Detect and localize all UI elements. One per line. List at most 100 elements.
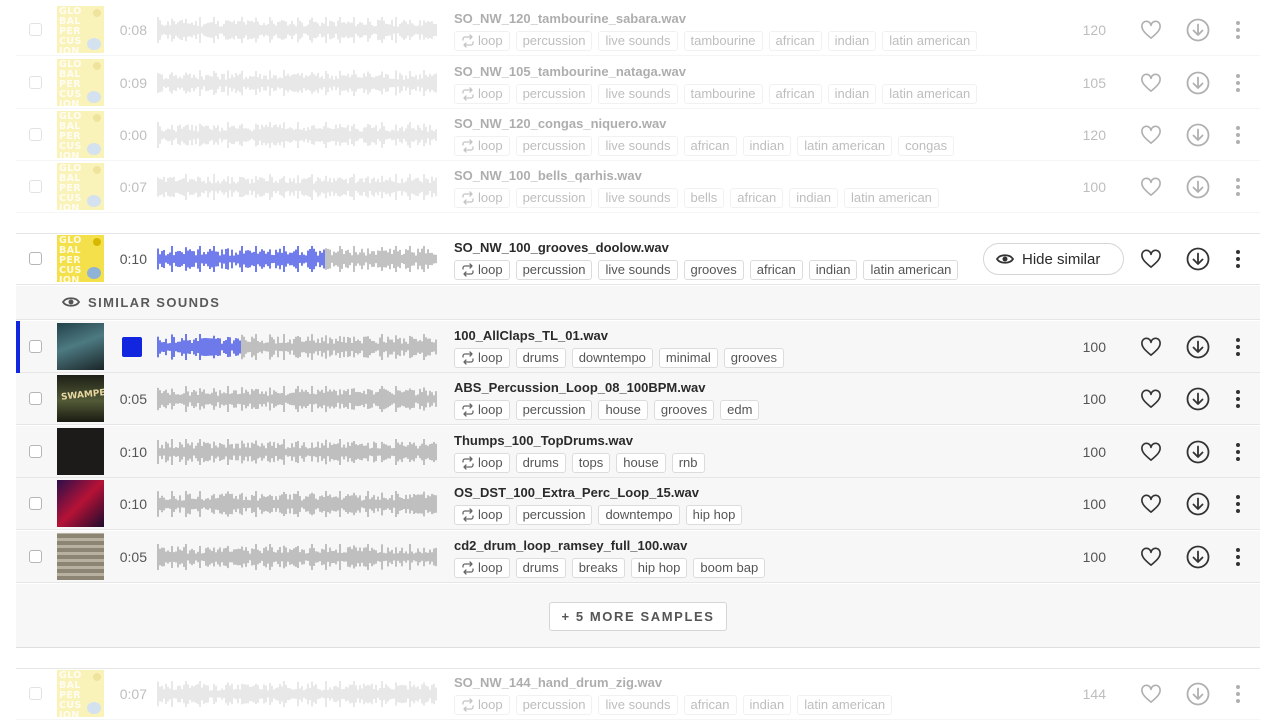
favorite-button[interactable] (1140, 442, 1164, 464)
row-checkbox[interactable] (29, 128, 42, 141)
tag-indian[interactable]: indian (827, 31, 877, 51)
tag-indian[interactable]: indian (827, 84, 877, 104)
similar-sample-row[interactable]: 100_AllClaps_TL_01.wav loop drums downtempo… (16, 321, 1260, 373)
more-options-button[interactable] (1234, 73, 1242, 93)
favorite-button[interactable] (1140, 547, 1164, 569)
tag-grooves[interactable]: grooves (653, 400, 715, 420)
tag-african[interactable]: african (768, 84, 822, 104)
download-button[interactable] (1186, 492, 1210, 516)
tag-congas[interactable]: congas (898, 136, 955, 156)
tag-drums[interactable]: drums (515, 453, 566, 473)
tag-loop[interactable]: loop (454, 84, 510, 104)
favorite-button[interactable] (1140, 249, 1164, 271)
tag-loop[interactable]: loop (454, 400, 510, 420)
sample-filename[interactable]: ABS_Percussion_Loop_08_100BPM.wav (454, 380, 705, 395)
download-button[interactable] (1186, 175, 1210, 199)
tag-african[interactable]: african (749, 260, 803, 280)
tag-live-sounds[interactable]: live sounds (598, 31, 678, 51)
waveform[interactable] (157, 16, 439, 44)
sample-row[interactable]: GLO BAL PER CUS ION 0:00 SO_NW_120_congas_niqu… (16, 109, 1260, 161)
favorite-button[interactable] (1140, 389, 1164, 411)
download-button[interactable] (1186, 335, 1210, 359)
tag-african[interactable]: african (683, 136, 737, 156)
tag-live-sounds[interactable]: live sounds (598, 188, 678, 208)
more-options-button[interactable] (1234, 125, 1242, 145)
more-options-button[interactable] (1234, 684, 1242, 704)
tag-indian[interactable]: indian (789, 188, 838, 208)
download-button[interactable] (1186, 18, 1210, 42)
similar-sample-row[interactable]: 0:10 OS_DST_100_Extra_Perc_Loop_15.wav loo… (16, 478, 1260, 530)
tag-percussion[interactable]: percussion (515, 84, 593, 104)
waveform[interactable] (157, 543, 439, 571)
sample-filename[interactable]: SO_NW_120_tambourine_sabara.wav (454, 11, 686, 26)
tag-percussion[interactable]: percussion (515, 505, 593, 525)
row-checkbox[interactable] (29, 180, 42, 193)
tag-house[interactable]: house (616, 453, 666, 473)
row-checkbox[interactable] (29, 392, 42, 405)
waveform[interactable] (157, 385, 439, 413)
tag-latin-american[interactable]: latin american (863, 260, 959, 280)
more-options-button[interactable] (1234, 249, 1242, 269)
tag-african[interactable]: african (768, 31, 822, 51)
tag-latin-american[interactable]: latin american (797, 695, 893, 715)
tag-loop[interactable]: loop (454, 31, 510, 51)
tag-loop[interactable]: loop (454, 453, 510, 473)
tag-loop[interactable]: loop (454, 188, 510, 208)
favorite-button[interactable] (1140, 125, 1164, 147)
sample-row[interactable]: GLO BAL PER CUS ION 0:09 SO_NW_105_tambourine_… (16, 57, 1260, 109)
tag-house[interactable]: house (598, 400, 648, 420)
tag-tops[interactable]: tops (571, 453, 611, 473)
tag-indian[interactable]: indian (742, 695, 792, 715)
more-options-button[interactable] (1234, 389, 1242, 409)
sample-row[interactable]: GLO BAL PER CUS ION 0:07 SO_NW_144_hand_drum_z… (16, 668, 1260, 720)
tag-grooves[interactable]: grooves (683, 260, 744, 280)
tag-live-sounds[interactable]: live sounds (598, 136, 678, 156)
waveform[interactable] (157, 333, 439, 361)
hide-similar-button[interactable]: Hide similar (983, 243, 1124, 275)
more-options-button[interactable] (1234, 494, 1242, 514)
tag-loop[interactable]: loop (454, 558, 510, 578)
tag-live-sounds[interactable]: live sounds (598, 695, 678, 715)
waveform[interactable] (157, 121, 439, 149)
tag-live-sounds[interactable]: live sounds (598, 84, 678, 104)
favorite-button[interactable] (1140, 494, 1164, 516)
sample-row[interactable]: GLO BAL PER CUS ION 0:08 SO_NW_120_tambourine_… (16, 4, 1260, 56)
row-checkbox[interactable] (29, 687, 42, 700)
more-options-button[interactable] (1234, 20, 1242, 40)
row-checkbox[interactable] (29, 23, 42, 36)
waveform[interactable] (157, 173, 439, 201)
tag-percussion[interactable]: percussion (515, 400, 593, 420)
similar-sample-row[interactable]: 0:10 Thumps_100_TopDrums.wav loop drums tops… (16, 426, 1260, 478)
waveform[interactable] (157, 245, 439, 273)
sample-filename[interactable]: SO_NW_100_bells_qarhis.wav (454, 168, 642, 183)
tag-loop[interactable]: loop (454, 136, 510, 156)
row-checkbox[interactable] (29, 76, 42, 89)
waveform[interactable] (157, 438, 439, 466)
download-button[interactable] (1186, 387, 1210, 411)
tag-loop[interactable]: loop (454, 260, 510, 280)
tag-latin-american[interactable]: latin american (843, 188, 939, 208)
stop-button[interactable] (122, 337, 142, 357)
more-options-button[interactable] (1234, 442, 1242, 462)
tag-minimal[interactable]: minimal (658, 348, 718, 368)
tag-percussion[interactable]: percussion (515, 31, 593, 51)
sample-row[interactable]: GLO BAL PER CUS ION 0:07 SO_NW_100_bells_qarhi… (16, 161, 1260, 213)
download-button[interactable] (1186, 247, 1210, 271)
tag-percussion[interactable]: percussion (515, 260, 593, 280)
sample-filename[interactable]: SO_NW_100_grooves_doolow.wav (454, 240, 669, 255)
row-checkbox[interactable] (29, 497, 42, 510)
download-button[interactable] (1186, 545, 1210, 569)
tag-live-sounds[interactable]: live sounds (598, 260, 678, 280)
tag-loop[interactable]: loop (454, 505, 510, 525)
similar-sample-row[interactable]: 0:05 cd2_drum_loop_ramsey_full_100.wav loo… (16, 531, 1260, 583)
tag-hip-hop[interactable]: hip hop (685, 505, 743, 525)
tag-breaks[interactable]: breaks (571, 558, 625, 578)
tag-percussion[interactable]: percussion (515, 136, 593, 156)
tag-edm[interactable]: edm (720, 400, 760, 420)
download-button[interactable] (1186, 71, 1210, 95)
favorite-button[interactable] (1140, 684, 1164, 706)
tag-rnb[interactable]: rnb (671, 453, 705, 473)
tag-loop[interactable]: loop (454, 695, 510, 715)
favorite-button[interactable] (1140, 337, 1164, 359)
waveform[interactable] (157, 490, 439, 518)
